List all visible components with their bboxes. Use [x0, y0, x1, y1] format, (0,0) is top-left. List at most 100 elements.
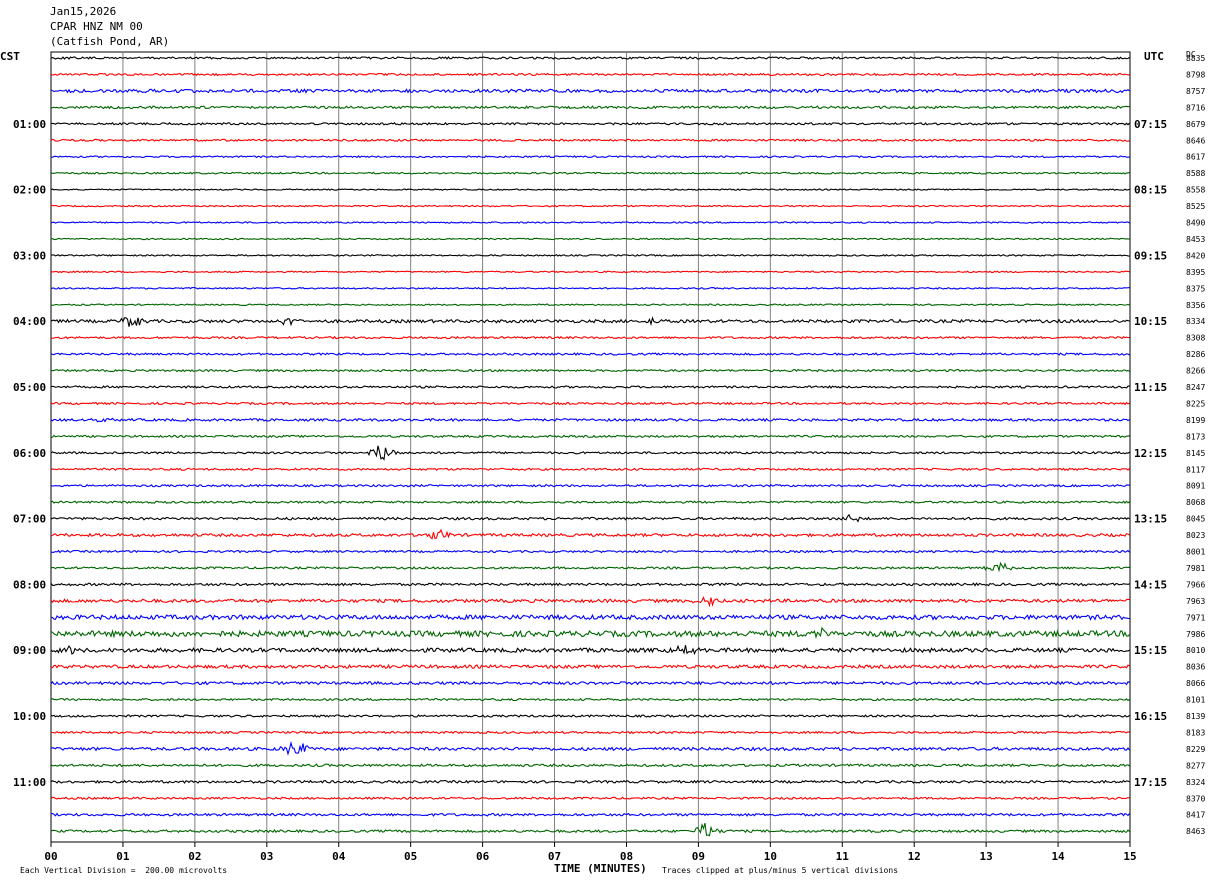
- seismic-trace: [50, 385, 1130, 389]
- scale-note: Each Vertical Division = 200.00 microvol…: [20, 866, 228, 875]
- dc-offset-label: 8066: [1186, 679, 1205, 688]
- seismic-trace: [50, 155, 1130, 159]
- dc-offset-label: 7963: [1186, 597, 1205, 606]
- seismic-trace: [50, 434, 1130, 439]
- dc-offset-label: 8558: [1186, 186, 1205, 195]
- seismic-trace: [50, 286, 1130, 290]
- seismic-trace: [50, 138, 1130, 143]
- seismic-trace: [50, 467, 1130, 471]
- dc-offset-label: 8068: [1186, 498, 1205, 507]
- dc-offset-label: 8229: [1186, 745, 1205, 754]
- dc-offset-label: 8023: [1186, 531, 1205, 540]
- cst-hour-label: 02:00: [13, 184, 46, 197]
- dc-offset-label: 8001: [1186, 548, 1205, 557]
- seismic-trace: [50, 445, 1130, 461]
- cst-hour-label: 01:00: [13, 118, 46, 131]
- dc-offset-label: 7966: [1186, 580, 1205, 589]
- cst-hour-label: 09:00: [13, 644, 46, 657]
- dc-offset-label: 8266: [1186, 367, 1205, 376]
- seismic-trace: [50, 528, 1130, 540]
- dc-offset-label: 8286: [1186, 350, 1205, 359]
- cst-hour-label: 07:00: [13, 513, 46, 526]
- dc-offset-label: 7986: [1186, 630, 1205, 639]
- dc-offset-label: 8010: [1186, 646, 1205, 655]
- plot-frame: [50, 51, 1131, 843]
- x-tick-label: 10: [764, 850, 777, 863]
- dc-offset-label: 8101: [1186, 696, 1205, 705]
- dc-offset-label: 8117: [1186, 465, 1205, 474]
- seismic-trace: [50, 822, 1130, 837]
- dc-offset-label: 8525: [1186, 202, 1205, 211]
- seismic-trace: [50, 270, 1130, 274]
- x-tick-label: 01: [116, 850, 130, 863]
- dc-offset-label: 8617: [1186, 153, 1205, 162]
- dc-offset-label: 8646: [1186, 136, 1205, 145]
- x-tick-label: 14: [1051, 850, 1065, 863]
- seismic-trace: [50, 796, 1130, 801]
- seismic-trace: [50, 680, 1130, 686]
- seismic-trace: [50, 335, 1130, 340]
- seismic-trace: [50, 549, 1130, 554]
- dc-offset-label: 8798: [1186, 70, 1205, 79]
- seismic-trace: [51, 812, 1130, 817]
- x-tick-label: 06: [476, 850, 490, 863]
- seismic-trace: [50, 121, 1130, 126]
- seismic-trace: [50, 72, 1130, 77]
- dc-offset-label: 7971: [1186, 613, 1205, 622]
- seismic-trace: [50, 513, 1130, 523]
- dc-offset-label: 8173: [1186, 432, 1205, 441]
- seismic-trace: [50, 237, 1130, 241]
- seismic-trace: [50, 697, 1130, 702]
- helicorder-plot: 00 01 02 03 04 05 06 07 08 09 10 11 12 13 14 1588358798…: [13, 51, 1205, 863]
- dc-offset-label: 8395: [1186, 268, 1205, 277]
- cst-hour-label: 04:00: [13, 315, 46, 328]
- dc-offset-label: 8277: [1186, 761, 1205, 770]
- cst-hour-label: 08:00: [13, 578, 46, 591]
- x-tick-label: 02: [188, 850, 201, 863]
- label-layer: 00 01 02 03 04 05 06 07 08 09 10 11 12 13 14 1588358798…: [13, 54, 1205, 863]
- x-tick-label: 00: [44, 850, 57, 863]
- dc-offset-label: 8490: [1186, 219, 1205, 228]
- seismic-trace: [50, 352, 1130, 357]
- seismic-trace: [50, 561, 1130, 573]
- x-axis-title: TIME (MINUTES): [554, 862, 647, 875]
- dc-offset-label: 8375: [1186, 284, 1205, 293]
- dc-offset-label: 8453: [1186, 235, 1205, 244]
- dc-offset-label: 8225: [1186, 399, 1205, 408]
- trace-layer: [50, 56, 1130, 837]
- seismic-trace: [50, 316, 1130, 327]
- x-tick-label: 05: [404, 850, 417, 863]
- seismic-trace: [50, 779, 1130, 784]
- clip-note: Traces clipped at plus/minus 5 vertical …: [662, 866, 899, 875]
- seismic-trace: [50, 368, 1130, 373]
- cst-hour-label: 03:00: [13, 249, 46, 262]
- seismic-trace: [50, 221, 1130, 224]
- seismic-trace: [50, 582, 1130, 587]
- dc-offset-label: 8356: [1186, 301, 1205, 310]
- seismic-trace: [50, 171, 1130, 175]
- seismic-trace: [50, 714, 1130, 718]
- seismic-trace: [50, 613, 1130, 621]
- seismic-trace: [50, 740, 1130, 756]
- utc-hour-label: 16:15: [1134, 710, 1167, 723]
- seismic-trace: [50, 417, 1130, 423]
- dc-offset-label: 8716: [1186, 103, 1205, 112]
- dc-offset-label: 8036: [1186, 663, 1205, 672]
- seismic-trace: [50, 303, 1130, 307]
- x-tick-label: 12: [908, 850, 921, 863]
- seismic-trace: [50, 763, 1130, 768]
- cst-hour-label: 11:00: [13, 776, 46, 789]
- x-tick-label: 15: [1123, 850, 1136, 863]
- dc-offset-label: 8334: [1186, 317, 1205, 326]
- dc-offset-label: 8757: [1186, 87, 1205, 96]
- seismic-trace: [50, 644, 1130, 656]
- seismic-trace: [50, 663, 1130, 670]
- seismic-trace: [50, 88, 1130, 94]
- seismic-trace: [50, 596, 1130, 608]
- dc-offset-label: 8145: [1186, 449, 1205, 458]
- utc-hour-label: 11:15: [1134, 381, 1167, 394]
- utc-hour-label: 12:15: [1134, 447, 1167, 460]
- x-tick-label: 09: [692, 850, 705, 863]
- dc-offset-label: 8370: [1186, 794, 1205, 803]
- dc-offset-label: 8679: [1186, 120, 1205, 129]
